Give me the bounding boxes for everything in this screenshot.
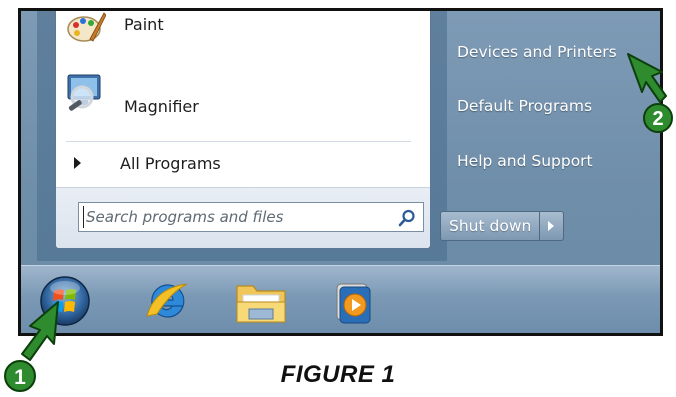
- right-item-label: Devices and Printers: [457, 43, 617, 61]
- right-item-label: Default Programs: [457, 97, 593, 115]
- start-menu-programs-pane: Paint Magnifier All Programs: [55, 11, 431, 249]
- right-item-label: Help and Support: [457, 152, 593, 170]
- shutdown-options-button[interactable]: [540, 211, 565, 241]
- right-item-default-programs[interactable]: Default Programs: [457, 97, 592, 123]
- search-box[interactable]: [78, 202, 424, 232]
- search-area: [56, 187, 430, 248]
- all-programs-label: All Programs: [120, 154, 221, 173]
- right-item-help-and-support[interactable]: Help and Support: [457, 152, 593, 178]
- program-item-magnifier[interactable]: Magnifier: [56, 63, 426, 116]
- screenshot-frame: Paint Magnifier All Programs Search prog…: [18, 8, 663, 336]
- program-label-magnifier: Magnifier: [124, 97, 199, 116]
- callout-2-pointer-icon: 2: [627, 53, 673, 133]
- media-player-icon[interactable]: [327, 276, 379, 326]
- search-input[interactable]: [83, 206, 386, 228]
- search-icon[interactable]: [397, 208, 417, 228]
- right-item-devices-and-printers[interactable]: Devices and Printers: [457, 43, 617, 69]
- paint-icon: [67, 12, 106, 42]
- taskbar: [21, 265, 660, 333]
- windows-explorer-folder-icon[interactable]: [233, 276, 289, 326]
- program-label-paint: Paint: [124, 15, 164, 34]
- all-programs-button[interactable]: All Programs: [56, 143, 432, 185]
- figure-caption: FIGURE 1: [280, 361, 396, 388]
- shutdown-button[interactable]: Shut down: [440, 211, 541, 241]
- shutdown-group: Shut down: [440, 211, 565, 241]
- callout-2-number: 2: [652, 108, 663, 130]
- start-menu: Paint Magnifier All Programs: [37, 11, 447, 261]
- separator: [66, 141, 411, 142]
- magnifier-icon: [67, 74, 101, 111]
- program-item-paint[interactable]: Paint: [56, 11, 426, 55]
- internet-explorer-icon[interactable]: [141, 276, 193, 326]
- triangle-right-icon: [74, 157, 81, 169]
